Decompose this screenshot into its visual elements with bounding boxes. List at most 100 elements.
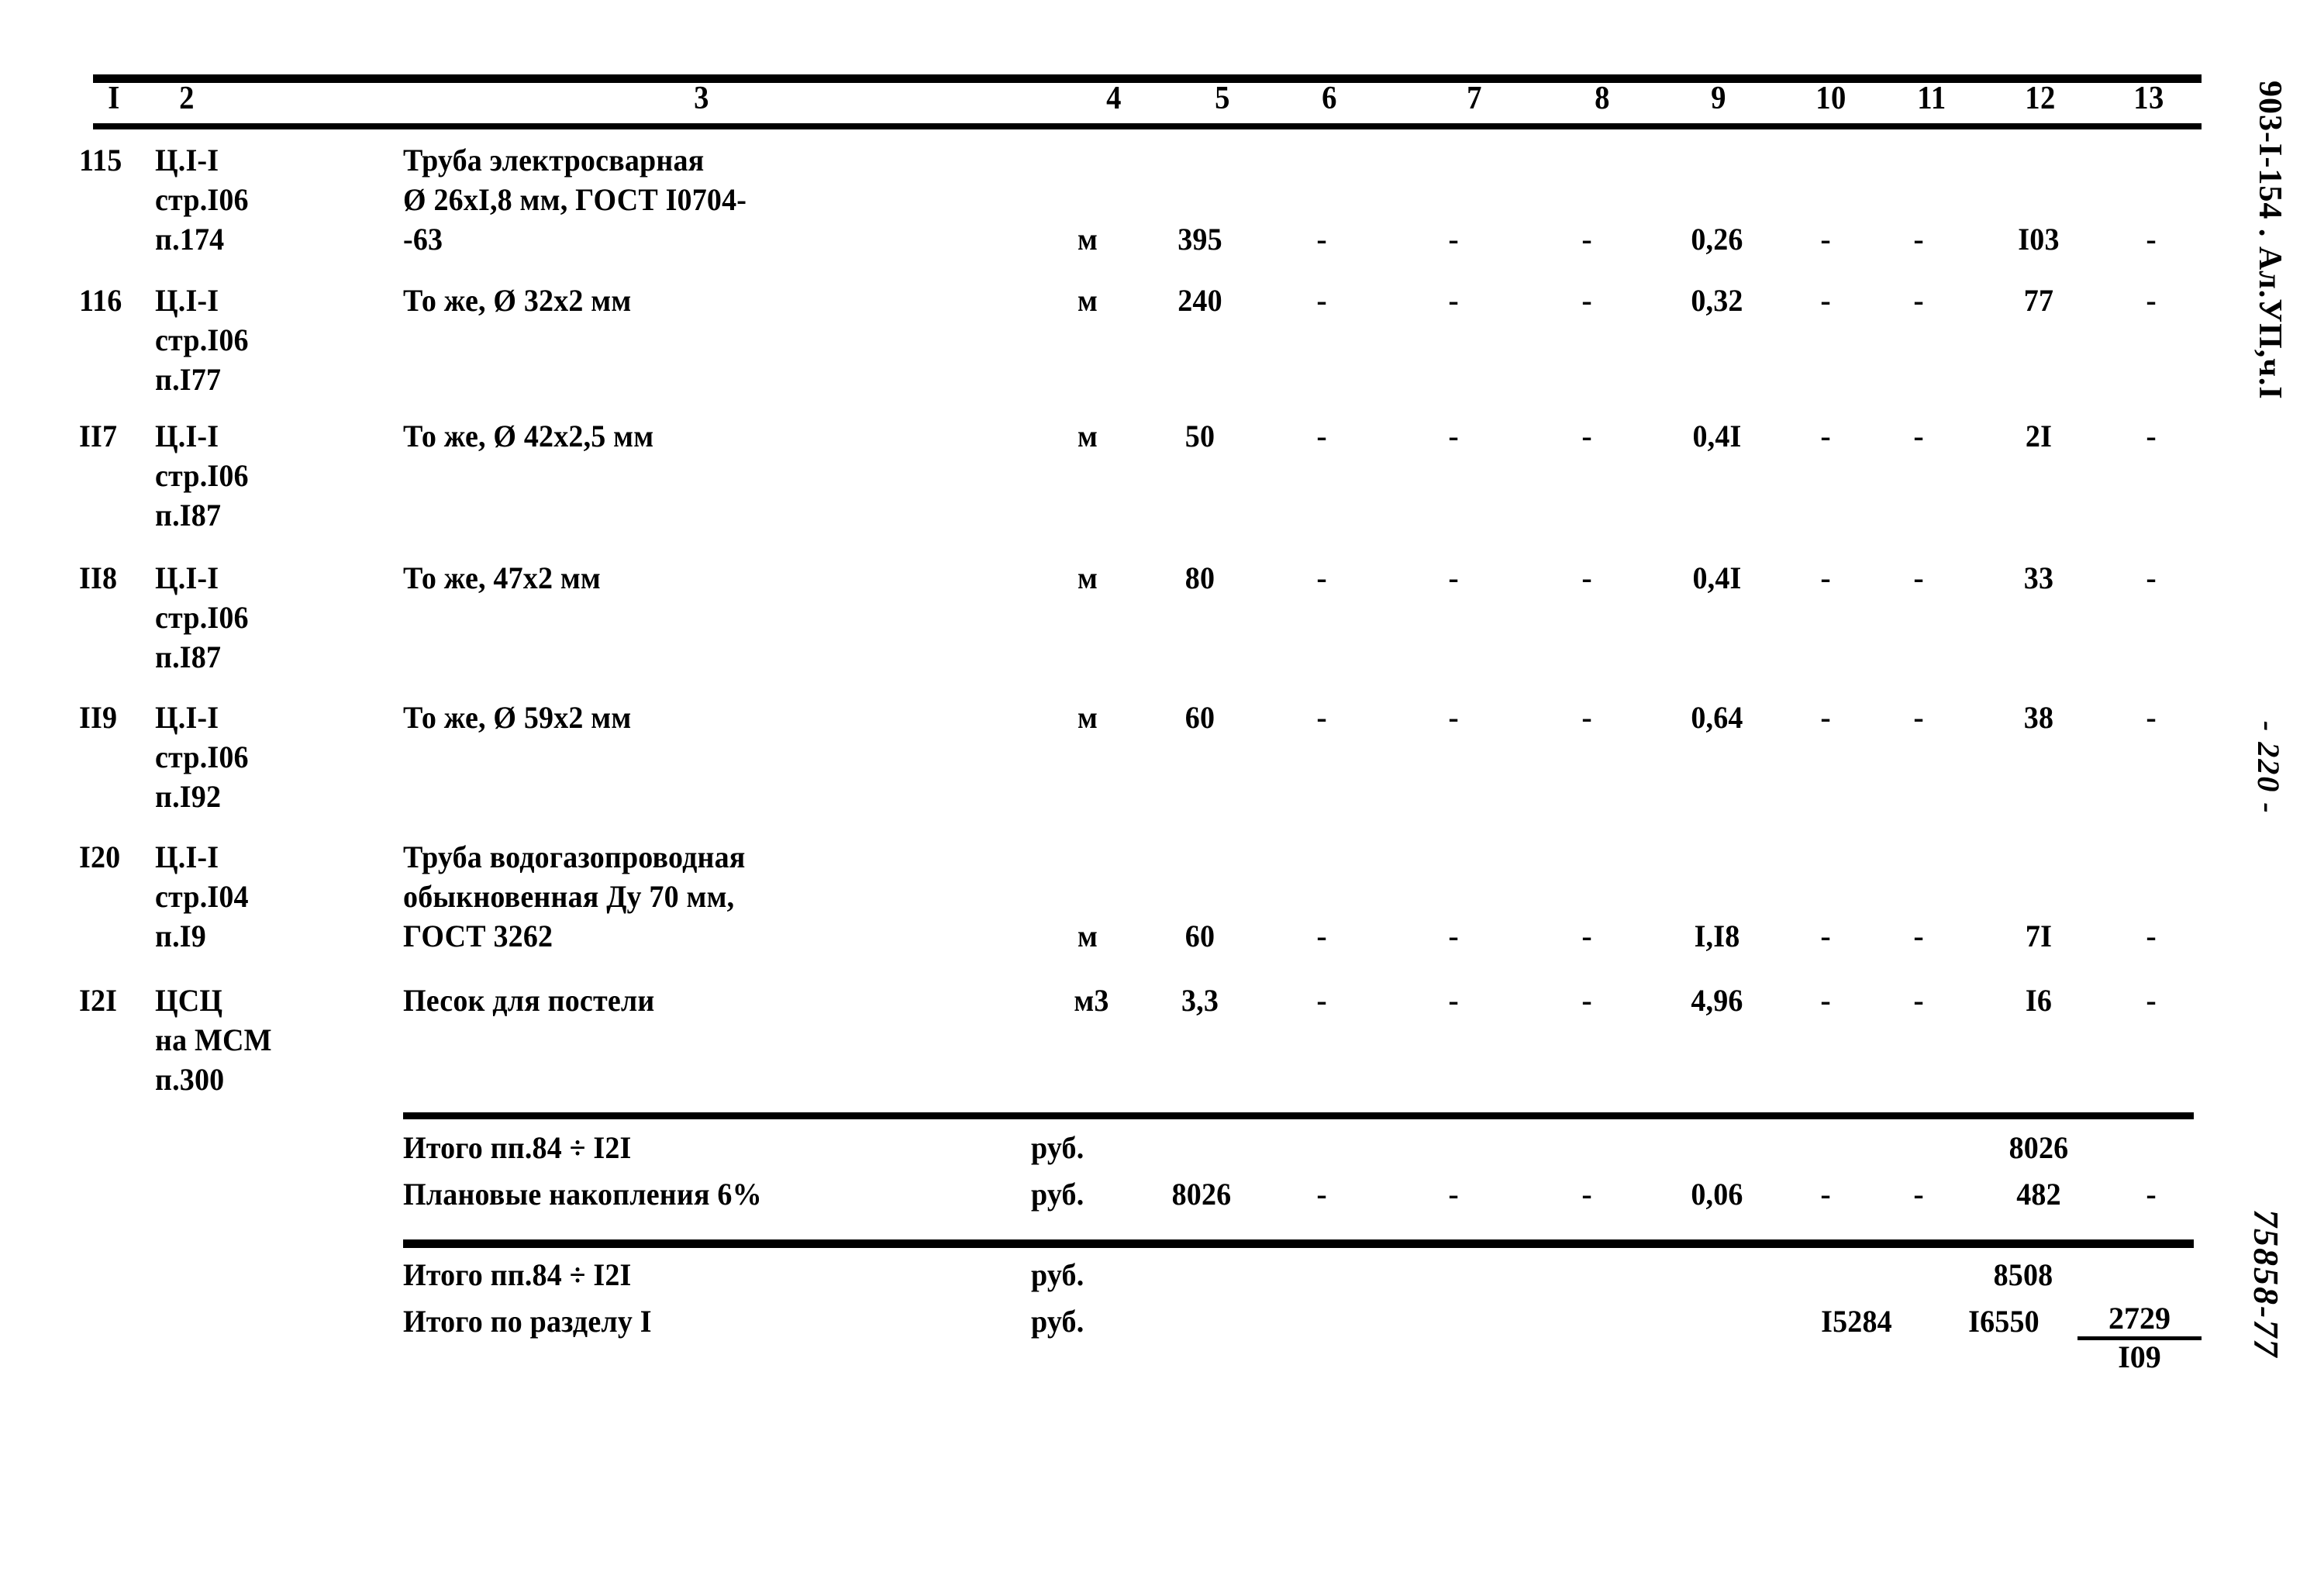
row-col9: 0,64 [1691,700,1743,735]
row-col6: - [1316,222,1327,257]
table-header-bottom-rule [93,123,2202,129]
row-col8: - [1581,560,1592,595]
column-header-5: 5 [1215,81,1230,116]
row-col13: - [2146,222,2157,257]
fraction-numerator: 2729 [2108,1301,2171,1336]
row-col8: - [1581,419,1592,453]
row-ref: ЦСЦ на МСМ п.300 [155,983,272,1097]
row-ref: Ц.I-I стр.I06 п.I77 [155,283,249,397]
total-label: Плановые накопления 6% [403,1177,762,1212]
subtotal-separator-rule-2 [403,1239,2194,1248]
row-col8: - [1581,222,1592,257]
row-col9: 0,32 [1691,283,1743,318]
row-col9: 0,26 [1691,222,1743,257]
column-header-10: 10 [1815,81,1846,116]
row-col9: 0,4I [1692,419,1742,453]
table-top-rule [93,74,2202,83]
row-name: Песок для постели [403,983,655,1018]
row-col10: - [1820,419,1831,453]
row-col9: 0,4I [1692,560,1742,595]
row-col13: - [2146,919,2157,953]
row-col12: I03 [2018,222,2060,257]
row-unit: м [1077,222,1098,257]
row-name: То же, Ø 32x2 мм [403,283,632,318]
total-col13-fraction: 2729 I09 [2077,1301,2202,1374]
row-col12: 38 [2023,700,2054,735]
total-unit: руб. [1031,1304,1084,1339]
row-col10: - [1820,700,1831,735]
row-name: То же, Ø 42x2,5 мм [403,419,654,453]
row-col10: - [1820,983,1831,1018]
row-unit: м [1077,283,1098,318]
subtotal-separator-rule-1 [403,1112,2194,1119]
total-col12: 482 [2016,1177,2061,1212]
row-col9: I,I8 [1694,919,1740,953]
row-col7: - [1448,419,1459,453]
row-ref: Ц.I-I стр.I06 п.I92 [155,700,249,814]
row-col11: - [1913,222,1924,257]
row-col13: - [2146,560,2157,595]
total-col13: - [2146,1177,2157,1212]
fraction-denominator: I09 [2118,1339,2161,1374]
row-name: То же, 47x2 мм [403,560,601,595]
total-col9: 0,06 [1691,1177,1743,1212]
row-qty: 395 [1178,222,1222,257]
row-col8: - [1581,983,1592,1018]
row-col13: - [2146,700,2157,735]
column-header-3: 3 [694,81,709,116]
total-col10: - [1820,1177,1831,1212]
total-label: Итого пп.84 ÷ I2I [403,1257,632,1292]
row-unit: м [1077,419,1098,453]
document-code-stamp: 903-I-154 . Ал.УП,ч.I [2252,81,2288,400]
total-unit: руб. [1031,1257,1084,1292]
total-col11: I5284 [1821,1304,1892,1339]
row-col13: - [2146,283,2157,318]
row-col6: - [1316,983,1327,1018]
row-unit: м [1077,560,1098,595]
row-col8: - [1581,919,1592,953]
total-qty: 8026 [1171,1177,1232,1212]
row-col6: - [1316,560,1327,595]
table-body: 115 Ц.I-I стр.I06 п.174 Труба электросва… [79,129,2202,1509]
column-header-13: 13 [2133,81,2164,116]
total-col12: 8026 [2009,1130,2069,1165]
row-ref: Ц.I-I стр.I04 п.I9 [155,839,249,953]
row-col8: - [1581,700,1592,735]
column-header-7: 7 [1467,81,1482,116]
row-col9: 4,96 [1691,983,1743,1018]
total-col11: - [1913,1177,1924,1212]
row-col11: - [1913,983,1924,1018]
row-col13: - [2146,419,2157,453]
row-unit: м [1077,919,1098,953]
row-qty: 50 [1184,419,1215,453]
row-col12: 77 [2023,283,2054,318]
row-col10: - [1820,283,1831,318]
row-col11: - [1913,919,1924,953]
column-header-12: 12 [2025,81,2056,116]
column-header-row: I 2 3 4 5 6 7 8 9 10 11 12 13 [93,81,2202,123]
row-col11: - [1913,700,1924,735]
row-col7: - [1448,222,1459,257]
row-col6: - [1316,700,1327,735]
column-header-8: 8 [1595,81,1610,116]
row-col8: - [1581,283,1592,318]
row-col11: - [1913,560,1924,595]
row-qty: 240 [1178,283,1222,318]
row-col7: - [1448,700,1459,735]
row-ref: Ц.I-I стр.I06 п.174 [155,143,249,257]
scanned-page: I 2 3 4 5 6 7 8 9 10 11 12 13 115 Ц.I-I … [0,0,2324,1572]
row-ref: Ц.I-I стр.I06 п.I87 [155,560,249,674]
row-col10: - [1820,222,1831,257]
row-col6: - [1316,283,1327,318]
row-col10: - [1820,919,1831,953]
column-header-1: I [108,81,120,116]
row-col7: - [1448,983,1459,1018]
column-header-6: 6 [1322,81,1337,116]
total-col12: 8508 [1993,1257,2053,1292]
row-qty: 80 [1184,560,1215,595]
row-col6: - [1316,419,1327,453]
column-header-11: 11 [1917,81,1946,116]
row-name: Труба водогазопроводная обыкновенная Ду … [403,839,746,953]
row-col10: - [1820,560,1831,595]
row-unit: м [1077,700,1098,735]
